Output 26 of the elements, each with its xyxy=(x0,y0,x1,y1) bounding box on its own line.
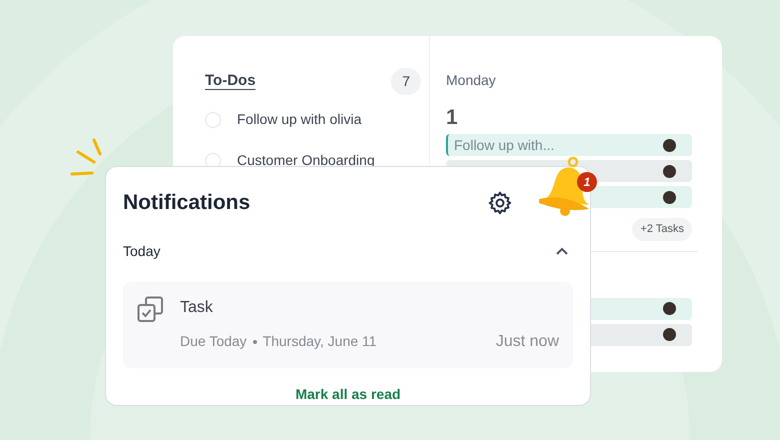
notification-title: Task xyxy=(180,298,214,318)
notification-time: Just now xyxy=(496,332,559,352)
day-heading: Monday xyxy=(446,71,497,90)
more-tasks-pill[interactable]: +2 Tasks xyxy=(632,218,692,240)
notification-card[interactable]: Task Due Today Thursday, June 11 Just now xyxy=(123,282,573,368)
event-title: Follow up with... xyxy=(454,136,554,155)
todo-label: Customer Onboarding xyxy=(237,151,375,170)
todos-count: 7 xyxy=(391,68,421,95)
due-label: Due Today xyxy=(180,332,247,351)
collapse-chevron-icon[interactable] xyxy=(555,246,569,256)
mark-all-read-link[interactable]: Mark all as read xyxy=(295,384,401,404)
section-label: Today xyxy=(123,242,160,261)
todo-label: Follow up with olivia xyxy=(237,110,362,129)
avatar xyxy=(663,302,676,315)
date-number: 1 xyxy=(446,107,459,128)
todo-checkbox[interactable] xyxy=(205,112,221,128)
todos-heading[interactable]: To-Dos xyxy=(205,70,256,93)
notifications-title: Notifications xyxy=(123,190,250,216)
avatar xyxy=(663,190,676,204)
today-section-header[interactable]: Today xyxy=(123,240,573,262)
avatar xyxy=(663,328,676,341)
settings-icon[interactable] xyxy=(487,190,513,216)
due-date: Thursday, June 11 xyxy=(262,332,377,351)
avatar xyxy=(663,164,676,178)
avatar xyxy=(663,138,676,152)
task-icon xyxy=(137,296,164,322)
